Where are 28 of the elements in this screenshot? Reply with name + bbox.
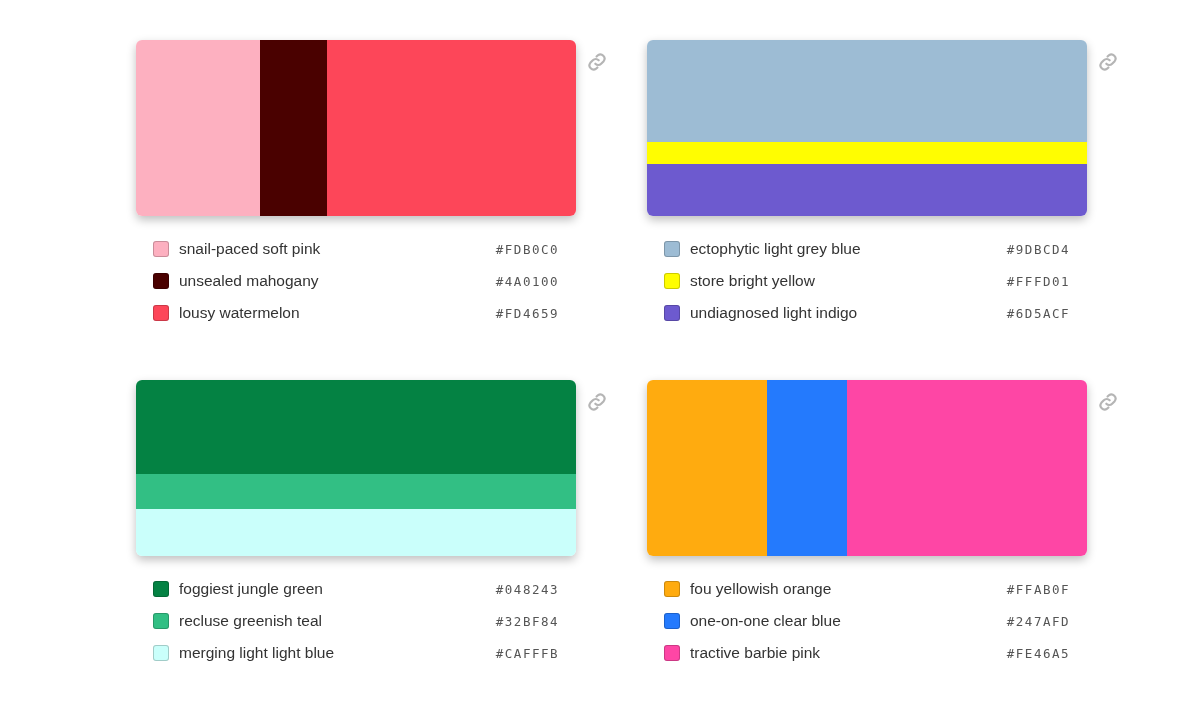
link-icon[interactable] [1098,52,1118,72]
hex-code: #9DBCD4 [1006,241,1070,257]
hex-code: #FDB0C0 [495,241,559,257]
color-name: merging light light blue [179,644,336,662]
color-name: unsealed mahogany [179,272,320,290]
hex-code: #6D5ACF [1006,305,1070,321]
color-name: store bright yellow [690,272,816,290]
hex-code: #FFAB0F [1006,581,1070,597]
link-icon[interactable] [587,52,607,72]
hex-code: #FE46A5 [1006,645,1070,661]
hex-code: #048243 [495,581,559,597]
color-name: ectophytic light grey blue [690,240,862,258]
link-icon[interactable] [1098,392,1118,412]
hex-code: #4A0100 [495,273,559,289]
color-name: foggiest jungle green [179,580,324,598]
color-name: one-on-one clear blue [690,612,842,630]
hex-code: #CAFFFB [495,645,559,661]
hex-code: #247AFD [1006,613,1070,629]
color-name: fou yellowish orange [690,580,833,598]
color-name: tractive barbie pink [690,644,822,662]
hex-code: #FFFD01 [1006,273,1070,289]
color-name: recluse greenish teal [179,612,324,630]
hex-code: #FD4659 [495,305,559,321]
link-icon[interactable] [587,392,607,412]
color-name: undiagnosed light indigo [690,304,859,322]
hex-code: #32BF84 [495,613,559,629]
color-name: snail-paced soft pink [179,240,322,258]
color-name: lousy watermelon [179,304,301,322]
